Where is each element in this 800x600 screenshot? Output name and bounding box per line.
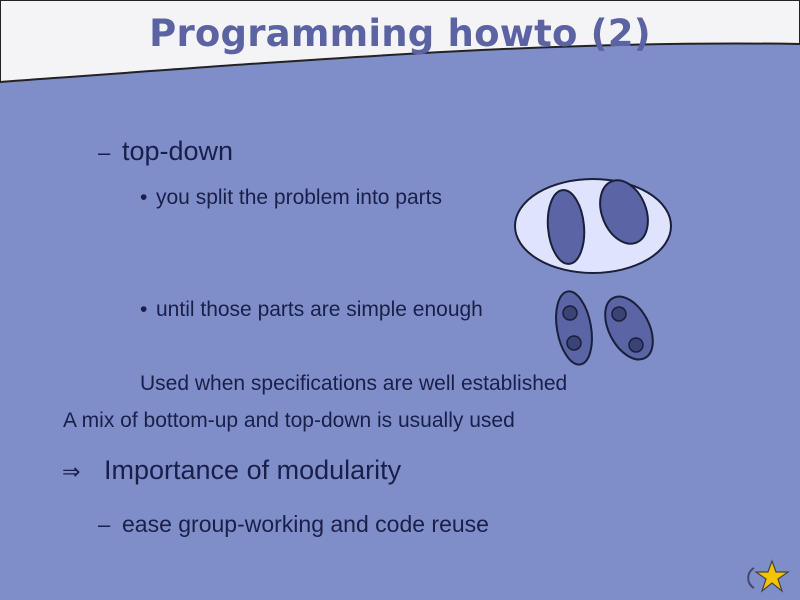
ease-text: ease group-working and code reuse <box>122 511 489 537</box>
dash-marker: – <box>98 512 111 537</box>
mix-text: A mix of bottom-up and top-down is usual… <box>63 409 515 432</box>
split-item: • you split the problem into parts <box>140 186 442 210</box>
simple-item: • until those parts are simple enough <box>140 298 483 322</box>
simple-text: until those parts are simple enough <box>156 298 483 321</box>
used-when-text: Used when specifications are well establ… <box>140 372 568 395</box>
dash-marker: – <box>98 140 111 165</box>
implies-arrow: ⇒ <box>62 459 81 484</box>
simple-parts-illustration <box>555 290 654 366</box>
ease-item: – ease group-working and code reuse <box>98 511 489 538</box>
split-problem-illustration <box>514 178 672 274</box>
topdown-item: – top-down <box>98 136 233 167</box>
split-text: you split the problem into parts <box>156 186 442 209</box>
bullet-marker: • <box>140 186 148 209</box>
star-icon[interactable] <box>746 558 794 594</box>
slide-title: Programming howto (2) <box>149 12 651 55</box>
bullet-marker: • <box>140 298 148 321</box>
topdown-text: top-down <box>122 136 234 166</box>
importance-item: ⇒ Importance of modularity <box>62 455 401 486</box>
importance-text: Importance of modularity <box>104 455 402 485</box>
